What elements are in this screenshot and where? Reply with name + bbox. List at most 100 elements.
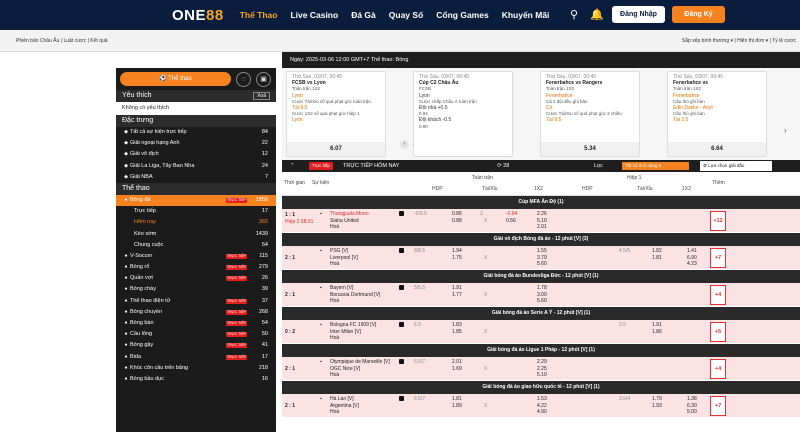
- full-hdp-home[interactable]: 0.86: [452, 211, 462, 217]
- subbar-links[interactable]: Phiên bản Châu Âu | Luật cược | Kết quả: [16, 38, 108, 44]
- full-hdp-away[interactable]: 1.77: [452, 292, 462, 298]
- featured-card[interactable]: Thứ Sáu, 03/07, 00:45 Fenerbahce vs Toàn t…: [667, 71, 767, 157]
- full-1x2-draw[interactable]: 5.60: [537, 298, 547, 304]
- sport-item[interactable]: ● Khúc côn cầu trên băng 218: [116, 363, 276, 374]
- match-row[interactable]: 1 : 1 Hiệp 2 68:31 Thangjuala Mono Siaha Un…: [282, 209, 800, 233]
- league-header[interactable]: Giải bóng đá ảo giao hữu quốc tế - 12 ph…: [282, 381, 800, 394]
- full-hdp-away[interactable]: 0.88: [452, 218, 462, 224]
- collapse-up-icon[interactable]: ⌃: [290, 160, 295, 172]
- full-hdp-home[interactable]: 1.83: [452, 322, 462, 328]
- half-hdp-home[interactable]: 1.91: [652, 322, 662, 328]
- sport-item[interactable]: Hôm nay 365: [116, 217, 276, 228]
- match-row[interactable]: 2 : 1 Bayern [V] Borussia Dortmund [V] Hoà ▪…: [282, 283, 800, 307]
- more-markets-button[interactable]: +4: [710, 359, 726, 379]
- more-markets-button[interactable]: +4: [710, 285, 726, 305]
- nav-quay-so[interactable]: Quay Số: [389, 10, 423, 20]
- match-row[interactable]: 0 : 2 Bologna FC 1909 [V] Inter Milan [V] H…: [282, 320, 800, 344]
- sport-item[interactable]: Trực tiếp 17: [116, 206, 276, 217]
- tv-icon[interactable]: [399, 396, 404, 401]
- full-1x2-away[interactable]: 3.00: [537, 292, 547, 298]
- league-header[interactable]: Giải bóng đá ảo Bundesliga Đức - 12 phút…: [282, 270, 800, 283]
- cards-prev-icon[interactable]: ‹: [400, 140, 409, 149]
- league-header[interactable]: Giải bóng đá ảo Ligue 1 Pháp - 12 phút […: [282, 344, 800, 357]
- full-hdp-home[interactable]: 1.81: [452, 396, 462, 402]
- featured-item[interactable]: ◆ Tất cả sự kiện trực tiếp 84: [116, 127, 276, 138]
- card-total[interactable]: 6.07: [287, 146, 385, 152]
- full-hdp-away[interactable]: 1.69: [452, 366, 462, 372]
- full-1x2-draw[interactable]: 2.01: [537, 224, 547, 230]
- featured-card[interactable]: Thứ Sáu, 03/07, 00:45 Cúp C2 Châu Âu FCSB L…: [413, 71, 513, 157]
- live-tag[interactable]: Trực tiếp: [309, 162, 333, 170]
- sport-item[interactable]: ● Quần vợt TRỰC TIẾP 26: [116, 273, 276, 284]
- sport-item[interactable]: ● Bóng chuyền TRỰC TIẾP 268: [116, 307, 276, 318]
- sport-item[interactable]: ● V-Soccer TRỰC TIẾP 115: [116, 251, 276, 262]
- half-1x2-draw[interactable]: 4.23: [687, 261, 697, 267]
- half-hdp-home[interactable]: 1.82: [652, 248, 662, 254]
- full-ou-under[interactable]: 0.56: [506, 218, 516, 224]
- clear-favorites-button[interactable]: Xoá: [253, 92, 270, 100]
- half-hdp-home[interactable]: 1.79: [652, 396, 662, 402]
- sport-item[interactable]: ● Bóng rổ TRỰC TIẾP 279: [116, 262, 276, 273]
- more-markets-button[interactable]: +7: [710, 248, 726, 268]
- login-button[interactable]: Đăng Nhập: [612, 6, 665, 23]
- featured-item[interactable]: ◆ Giải La Liga, Tây Ban Nha 24: [116, 161, 276, 172]
- nav-khuyen-mai[interactable]: Khuyến Mãi: [502, 10, 550, 20]
- full-hdp-home[interactable]: 1.91: [452, 285, 462, 291]
- chat-icon[interactable]: ◌: [236, 71, 251, 87]
- full-ou-over[interactable]: -0.84: [506, 211, 517, 217]
- match-row[interactable]: 2 : 1 Olympique de Marseille [V] OGC Nice …: [282, 357, 800, 381]
- half-1x2-home[interactable]: 1.38: [687, 396, 697, 402]
- half-1x2-home[interactable]: 1.41: [687, 248, 697, 254]
- more-markets-button[interactable]: +7: [710, 396, 726, 416]
- match-row[interactable]: 2 : 1 Hà Lan [V] Argentina [V] Hoà ▪ 6.5/7 1.8…: [282, 394, 800, 418]
- tv-icon[interactable]: [399, 285, 404, 290]
- cards-right-arrow-icon[interactable]: ›: [784, 126, 787, 135]
- league-header[interactable]: Giải bóng đá ảo Serie A Ý - 12 phút [V] …: [282, 307, 800, 320]
- register-button[interactable]: Đăng Ký: [672, 6, 725, 23]
- sport-item[interactable]: ● Thể thao điện tử TRỰC TIẾP 37: [116, 296, 276, 307]
- full-hdp-home[interactable]: 2.01: [452, 359, 462, 365]
- half-hdp-away[interactable]: 1.81: [652, 255, 662, 261]
- full-hdp-away[interactable]: 1.85: [452, 329, 462, 335]
- full-1x2-draw[interactable]: 5.10: [537, 372, 547, 378]
- bell-icon[interactable]: 🔔: [590, 7, 604, 23]
- full-hdp-home[interactable]: 1.94: [452, 248, 462, 254]
- full-1x2-home[interactable]: 1.78: [537, 285, 547, 291]
- featured-item[interactable]: ◆ Giải NBA 7: [116, 172, 276, 183]
- half-1x2-away[interactable]: 6.90: [687, 255, 697, 261]
- nav-cong-games[interactable]: Cổng Games: [436, 10, 488, 20]
- choose-league-button[interactable]: ⚙ Lựa chọn giải đấu: [700, 161, 772, 171]
- sport-item[interactable]: ● Bóng bầu dục 16: [116, 374, 276, 385]
- featured-card[interactable]: Thứ Sáu, 03/07, 00:45 Fenerbahce vs Range…: [540, 71, 640, 157]
- full-hdp-away[interactable]: 1.75: [452, 255, 462, 261]
- more-markets-button[interactable]: +5: [710, 322, 726, 342]
- half-hdp-away[interactable]: 1.86: [652, 329, 662, 335]
- match-row[interactable]: 2 : 1 PSG [V] Liverpool [V] Hoà ▪ 8/8.5 1.94 1.…: [282, 246, 800, 270]
- search-icon[interactable]: ⚲: [570, 7, 578, 23]
- full-1x2-home[interactable]: 2.29: [537, 359, 547, 365]
- full-1x2-home[interactable]: 2.26: [537, 211, 547, 217]
- sport-item[interactable]: ● Bida TRỰC TIẾP 17: [116, 352, 276, 363]
- sports-button[interactable]: ⚽ Thể thao: [120, 72, 231, 86]
- sport-item[interactable]: ● Cầu lông TRỰC TIẾP 50: [116, 329, 276, 340]
- full-1x2-draw[interactable]: 4.90: [537, 409, 547, 415]
- nav-da-ga[interactable]: Đá Gà: [351, 10, 376, 20]
- featured-item[interactable]: ◆ Giải ngoại hạng Anh 22: [116, 138, 276, 149]
- sport-item[interactable]: ● Bóng bàn TRỰC TIẾP 54: [116, 318, 276, 329]
- tv-icon[interactable]: [399, 359, 404, 364]
- league-header[interactable]: Cúp MFA Ấn Độ (1): [282, 196, 800, 209]
- card-total[interactable]: 6.64: [668, 146, 766, 152]
- tv-icon[interactable]: [399, 248, 404, 253]
- full-1x2-draw[interactable]: 5.60: [537, 261, 547, 267]
- full-1x2-away[interactable]: 2.25: [537, 366, 547, 372]
- more-markets-button[interactable]: +12: [710, 211, 726, 231]
- sport-item[interactable]: Chung cuộc 54: [116, 240, 276, 251]
- tv-icon[interactable]: [399, 322, 404, 327]
- sport-item[interactable]: Kèo sớm 1439: [116, 229, 276, 240]
- half-1x2-away[interactable]: 6.30: [687, 403, 697, 409]
- feature-select[interactable]: Tất cả tình năng ▾: [622, 162, 689, 170]
- full-1x2-home[interactable]: 1.53: [537, 396, 547, 402]
- full-hdp-away[interactable]: 1.89: [452, 403, 462, 409]
- half-hdp-away[interactable]: 1.93: [652, 403, 662, 409]
- league-header[interactable]: Giải vô địch Bóng đá ảo - 12 phút [V] (3…: [282, 233, 800, 246]
